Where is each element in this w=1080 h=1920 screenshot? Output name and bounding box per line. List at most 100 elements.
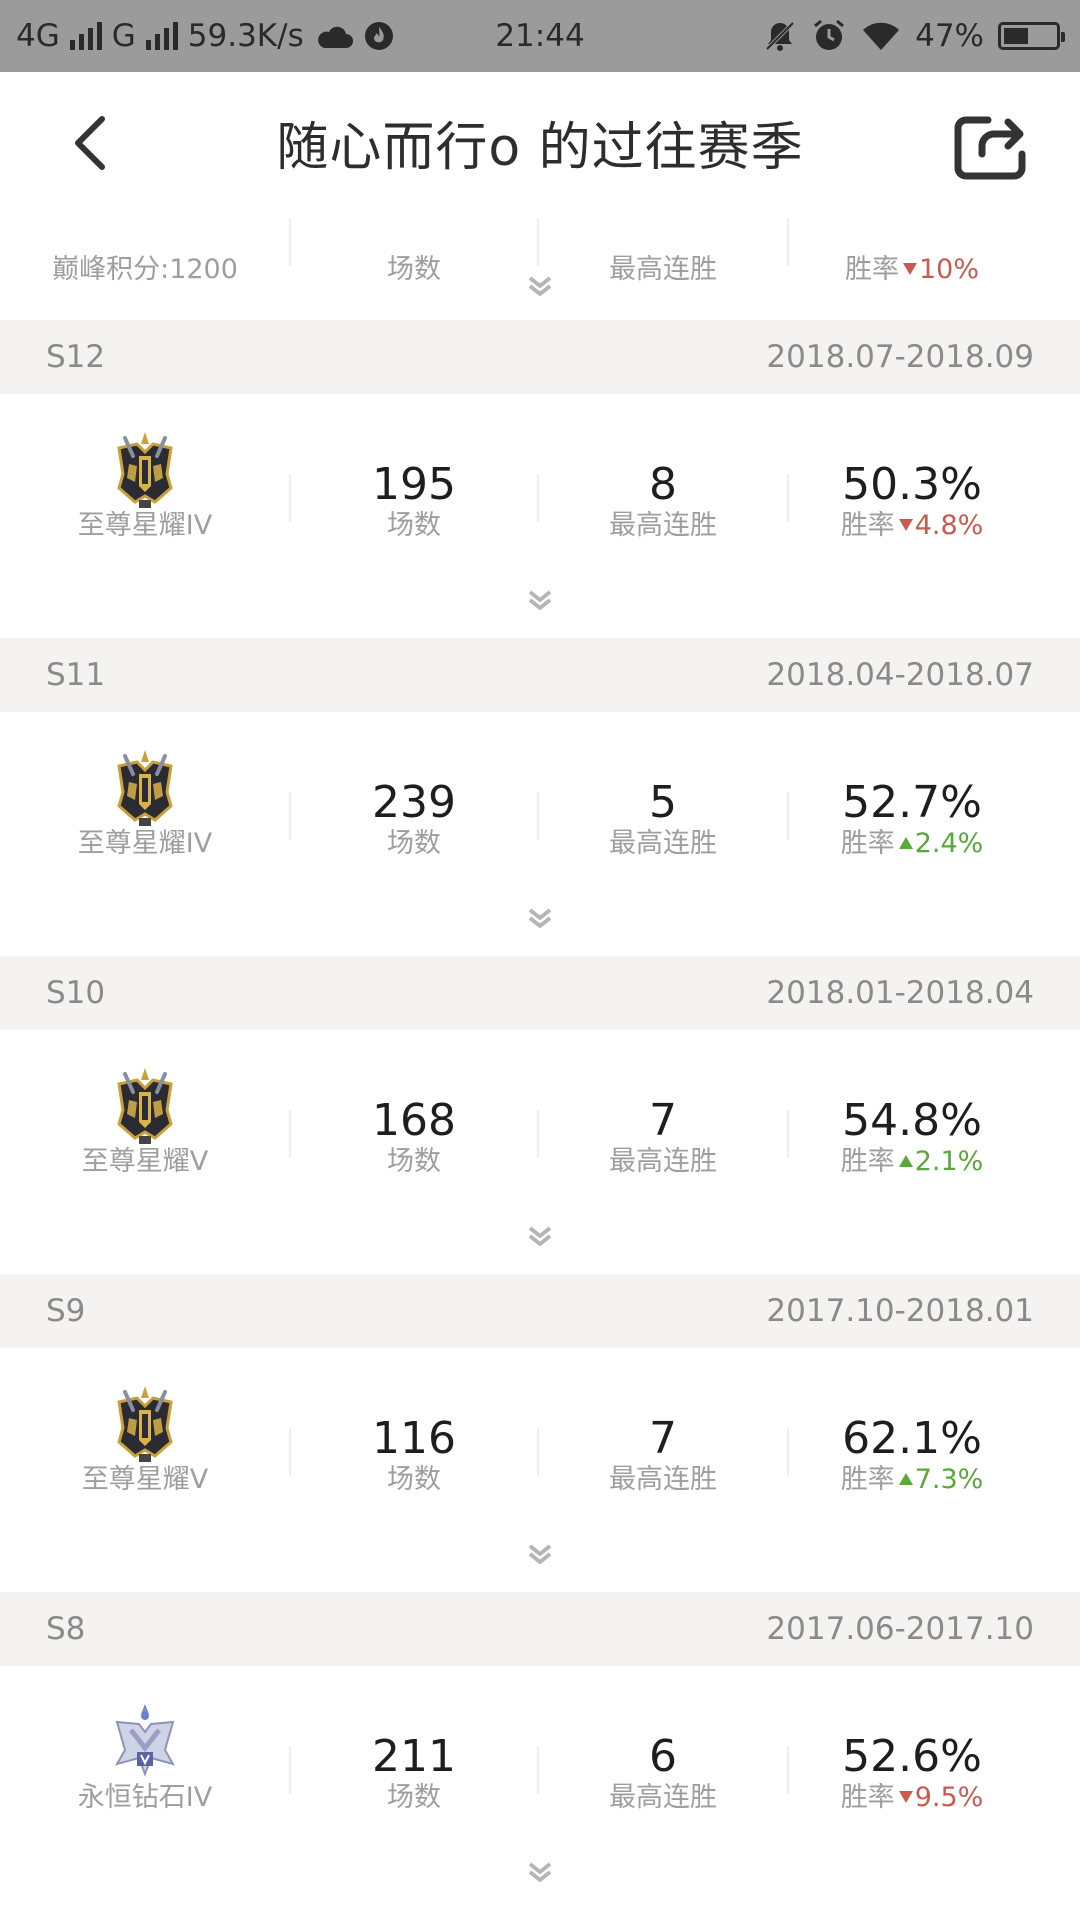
- winrate-column: 52.6% 胜率 9.5%: [788, 1666, 1036, 1826]
- flame-app-icon: [364, 22, 393, 50]
- season-body: 至尊星耀IV 239 场数 5 最高连胜 52.7% 胜率 2.4%: [0, 712, 1080, 956]
- expand-button[interactable]: [520, 902, 560, 936]
- alarm-icon: [814, 19, 845, 50]
- season-dates: 2017.06-2017.10: [766, 1611, 1034, 1647]
- battery-icon: [998, 22, 1065, 50]
- double-chevron-down-icon: [528, 1862, 552, 1882]
- winrate-delta: 10%: [918, 254, 979, 285]
- season-header[interactable]: S12 2018.07-2018.09: [0, 320, 1080, 394]
- season-dates: 2018.04-2018.07: [766, 657, 1034, 693]
- winrate-delta: 4.8%: [914, 510, 984, 541]
- season-name: S11: [46, 657, 106, 693]
- expand-button[interactable]: [520, 1856, 560, 1890]
- rank-name: 至尊星耀IV: [77, 510, 213, 541]
- status-left: 4G G 59.3K/s: [16, 0, 394, 72]
- winrate-label: 胜率: [840, 1782, 895, 1813]
- streak-column: 7 最高连胜: [538, 1030, 788, 1190]
- season-name: S9: [46, 1293, 86, 1329]
- trend-up-icon: [898, 1155, 913, 1167]
- streak-column: 5 最高连胜: [538, 712, 788, 872]
- winrate-delta: 9.5%: [914, 1782, 984, 1813]
- winrate-column: 50.3% 胜率 4.8%: [788, 394, 1036, 554]
- network-g-label: G: [111, 18, 136, 54]
- battery-percent: 47%: [915, 18, 984, 54]
- stats-row: 至尊星耀IV 195 场数 8 最高连胜 50.3% 胜率 4.8%: [0, 394, 1080, 554]
- winrate-label: 胜率: [840, 1464, 895, 1495]
- expand-button[interactable]: [520, 1538, 560, 1572]
- streak-column: 最高连胜: [538, 212, 788, 298]
- network-4g-label: 4G: [16, 18, 60, 54]
- status-bar: 4G G 59.3K/s 21:44 47%: [0, 0, 1080, 72]
- cloud-icon: [317, 26, 353, 48]
- rank-column: 至尊星耀Ⅴ: [0, 1030, 290, 1190]
- winrate-delta: 2.4%: [914, 828, 984, 859]
- season-dates: 2018.07-2018.09: [766, 339, 1034, 375]
- season-header[interactable]: S10 2018.01-2018.04: [0, 956, 1080, 1030]
- season-dates: 2018.01-2018.04: [766, 975, 1034, 1011]
- starry-emblem-icon: [111, 430, 179, 510]
- games-count: 211: [372, 1731, 456, 1782]
- expand-button[interactable]: [520, 584, 560, 618]
- signal-strength-icon: [145, 22, 178, 50]
- max-win-streak: 7: [649, 1413, 677, 1464]
- trend-up-icon: [898, 1473, 913, 1485]
- season-block-s12: S12 2018.07-2018.09 至尊星耀IV 195 场数 8 最高连胜: [0, 320, 1080, 638]
- season-list: 巅峰积分:1200 场数 最高连胜 胜率 10% S12 2018.07-201…: [0, 212, 1080, 1910]
- streak-label: 最高连胜: [609, 1464, 717, 1495]
- games-column: 168 场数: [290, 1030, 538, 1190]
- trend-down-icon: [898, 519, 913, 531]
- winrate-column: 胜率 10%: [788, 212, 1036, 298]
- rank-column: 至尊星耀IV: [0, 712, 290, 872]
- season-block-s10: S10 2018.01-2018.04 至尊星耀Ⅴ 168 场数 7 最高连胜: [0, 956, 1080, 1274]
- rank-name: 至尊星耀Ⅴ: [81, 1146, 209, 1177]
- games-column: 195 场数: [290, 394, 538, 554]
- streak-label: 最高连胜: [609, 1782, 717, 1813]
- winrate-label-line: 胜率 4.8%: [788, 510, 1036, 542]
- winrate-column: 54.8% 胜率 2.1%: [788, 1030, 1036, 1190]
- season-name: S10: [46, 975, 106, 1011]
- streak-label: 最高连胜: [609, 254, 717, 285]
- share-button[interactable]: [952, 110, 1030, 182]
- winrate-value: 50.3%: [842, 459, 982, 510]
- back-button[interactable]: [60, 110, 120, 176]
- winrate-delta: 2.1%: [914, 1146, 984, 1177]
- expand-button[interactable]: [520, 1220, 560, 1254]
- games-column: 239 场数: [290, 712, 538, 872]
- winrate-label-line: 胜率 10%: [788, 254, 1036, 286]
- games-column: 116 场数: [290, 1348, 538, 1508]
- winrate-label-line: 胜率 9.5%: [788, 1782, 1036, 1814]
- wifi-icon: [863, 22, 900, 50]
- winrate-value: 52.7%: [842, 777, 982, 828]
- rank-column: 至尊星耀Ⅴ: [0, 1348, 290, 1508]
- season-header[interactable]: S8 2017.06-2017.10: [0, 1592, 1080, 1666]
- season-header[interactable]: S9 2017.10-2018.01: [0, 1274, 1080, 1348]
- stats-row: 至尊星耀Ⅴ 168 场数 7 最高连胜 54.8% 胜率 2.1%: [0, 1030, 1080, 1190]
- double-chevron-down-icon: [528, 590, 552, 610]
- streak-label: 最高连胜: [609, 828, 717, 859]
- winrate-value: 52.6%: [842, 1731, 982, 1782]
- season-name: S8: [46, 1611, 86, 1647]
- double-chevron-down-icon: [528, 1544, 552, 1564]
- expand-button[interactable]: [520, 270, 560, 304]
- winrate-label: 胜率: [840, 828, 895, 859]
- games-label: 场数: [387, 254, 441, 285]
- season-dates: 2017.10-2018.01: [766, 1293, 1034, 1329]
- games-label: 场数: [387, 510, 441, 541]
- network-speed: 59.3K/s: [187, 18, 304, 54]
- share-icon: [954, 116, 1026, 180]
- games-count: 239: [372, 777, 456, 828]
- winrate-value: 62.1%: [842, 1413, 982, 1464]
- games-label: 场数: [387, 1146, 441, 1177]
- double-chevron-down-icon: [528, 908, 552, 928]
- rank-column: 永恒钻石IV: [0, 1666, 290, 1826]
- rank-name: 永恒钻石IV: [77, 1782, 213, 1813]
- page-title: 随心而行o 的过往赛季: [276, 117, 804, 178]
- season-header[interactable]: S11 2018.04-2018.07: [0, 638, 1080, 712]
- stats-row: 永恒钻石IV 211 场数 6 最高连胜 52.6% 胜率 9.5%: [0, 1666, 1080, 1826]
- rank-column: 至尊星耀IV: [0, 394, 290, 554]
- starry-emblem-icon: [111, 1384, 179, 1464]
- double-chevron-down-icon: [528, 276, 552, 296]
- diamond-emblem-icon: [111, 1702, 179, 1782]
- max-win-streak: 6: [649, 1731, 677, 1782]
- season-body: 永恒钻石IV 211 场数 6 最高连胜 52.6% 胜率 9.5%: [0, 1666, 1080, 1910]
